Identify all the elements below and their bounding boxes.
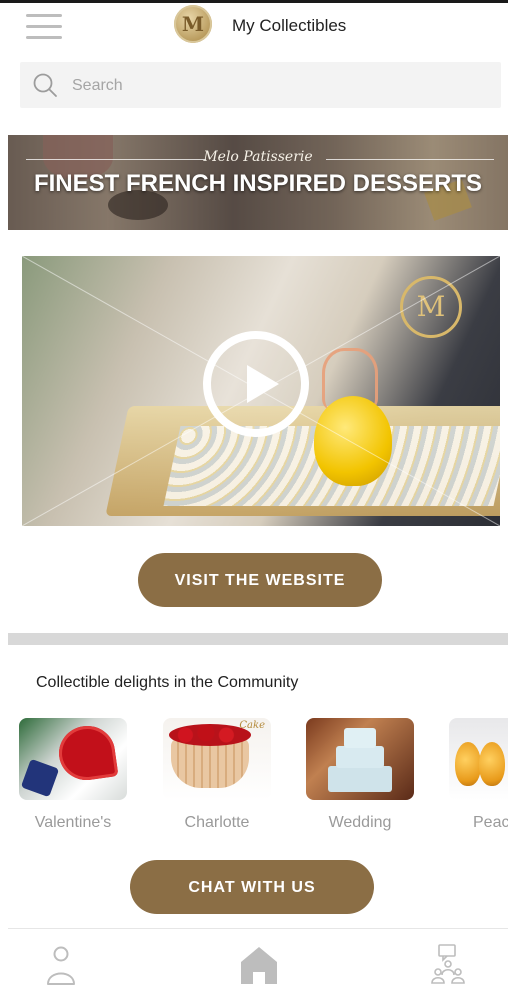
collectible-thumbnail bbox=[19, 718, 127, 800]
nav-home[interactable] bbox=[229, 940, 289, 990]
chat-with-us-button[interactable]: CHAT WITH US bbox=[130, 860, 374, 914]
collectible-card-valentines[interactable]: Valentine's bbox=[19, 718, 127, 831]
home-icon bbox=[241, 947, 277, 984]
collectible-card-peach[interactable]: Peac bbox=[449, 718, 508, 838]
community-section-title: Collectible delights in the Community bbox=[36, 674, 299, 691]
hamburger-menu-icon[interactable] bbox=[26, 12, 62, 42]
search-input[interactable] bbox=[70, 62, 494, 110]
section-divider bbox=[8, 633, 508, 645]
thumbnail-tag: Cake bbox=[239, 720, 265, 731]
collectible-thumbnail bbox=[449, 718, 508, 800]
nav-divider bbox=[8, 928, 508, 929]
search-bar[interactable] bbox=[20, 62, 501, 110]
banner-subtitle: Melo Patisserie bbox=[203, 149, 313, 165]
banner-headline: FINEST FRENCH INSPIRED DESSERTS bbox=[33, 170, 483, 197]
nav-community[interactable] bbox=[418, 940, 478, 990]
community-icon bbox=[431, 944, 465, 984]
logo-letter: M bbox=[181, 12, 205, 36]
profile-icon bbox=[47, 946, 75, 985]
collectible-card-charlotte[interactable]: Cake Charlotte bbox=[163, 718, 271, 831]
collectible-label: Wedding bbox=[328, 814, 392, 831]
visit-website-button[interactable]: VISIT THE WEBSITE bbox=[138, 553, 382, 607]
collectible-label: Peac bbox=[473, 814, 508, 831]
page-title: My Collectibles bbox=[232, 16, 347, 35]
collectible-card-wedding[interactable]: Wedding bbox=[306, 718, 414, 831]
collectible-thumbnail bbox=[306, 718, 414, 800]
collectible-thumbnail: Cake bbox=[163, 718, 271, 800]
search-icon bbox=[33, 73, 57, 97]
collectible-label: Charlotte bbox=[184, 814, 250, 831]
video-player[interactable]: M bbox=[22, 256, 500, 526]
brand-logo: M bbox=[174, 5, 212, 43]
promo-banner: Melo Patisserie FINEST FRENCH INSPIRED D… bbox=[8, 135, 508, 230]
collectible-label: Valentine's bbox=[34, 814, 112, 831]
nav-profile[interactable] bbox=[31, 940, 91, 990]
play-icon[interactable] bbox=[203, 331, 309, 437]
top-border bbox=[0, 0, 508, 3]
